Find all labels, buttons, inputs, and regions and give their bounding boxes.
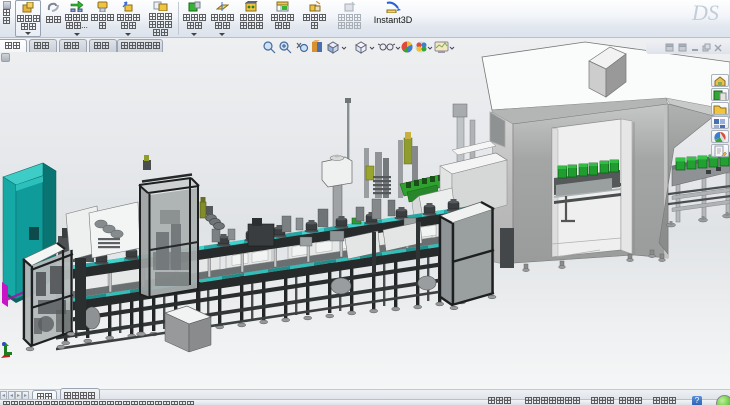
svg-text:DS: DS <box>691 1 719 25</box>
